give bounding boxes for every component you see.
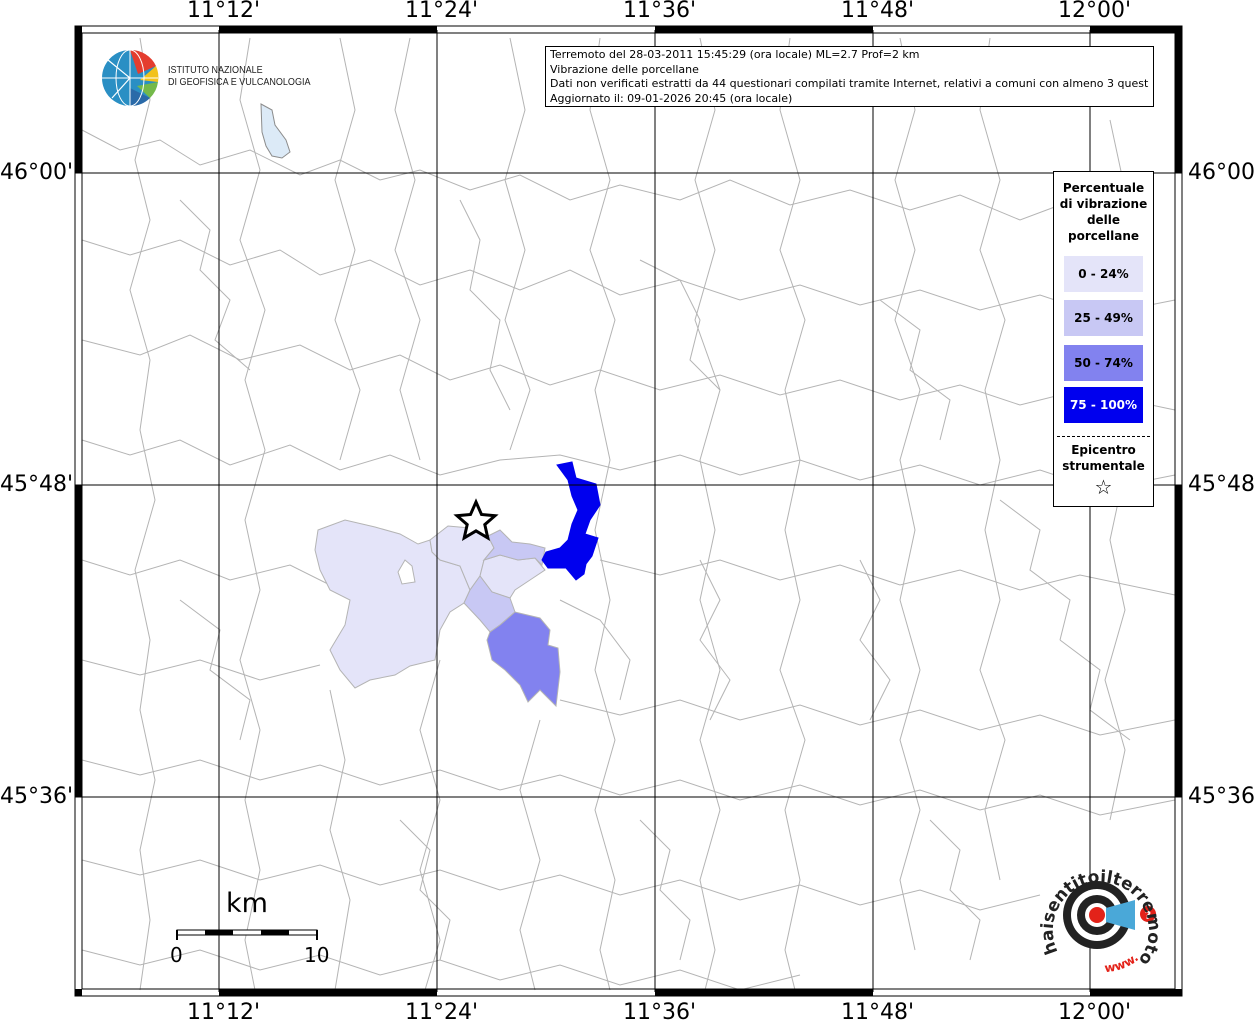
legend-class-1: 0 - 24% — [1064, 256, 1143, 292]
lat-label-right-1: 46°00' — [1188, 160, 1256, 185]
municipality-class-3 — [486, 611, 561, 708]
legend-star-icon: ☆ — [1094, 475, 1113, 499]
ingv-logo-icon — [102, 49, 159, 107]
graticule — [75, 30, 1182, 992]
lat-label-right-2: 45°48' — [1188, 472, 1256, 497]
scale-unit: km — [226, 888, 268, 919]
updated-line: Aggiornato il: 09-01-2026 20:45 (ora loc… — [550, 91, 793, 105]
institute-name: ISTITUTO NAZIONALE DI GEOFISICA E VULCAN… — [168, 64, 311, 88]
legend-epicenter-line-2: strumentale — [1062, 459, 1145, 473]
legend-epicenter-label: Epicentro strumentale — [1054, 442, 1153, 474]
institute-line-1: ISTITUTO NAZIONALE — [168, 64, 263, 76]
legend-class-4: 75 - 100% — [1064, 387, 1143, 423]
data-note-line: Dati non verificati estratti da 44 quest… — [550, 77, 1149, 90]
map-canvas: ? haisentitoilterremoto.it www. — [0, 0, 1183, 997]
lon-label-bottom-1: 11°12' — [187, 1000, 261, 1025]
lon-label-top-2: 11°24' — [405, 0, 479, 23]
event-info-box: Terremoto del 28-03-2011 15:45:29 (ora l… — [545, 46, 1154, 107]
legend-title-line-1: Percentuale — [1062, 181, 1145, 195]
legend-epicenter-line-1: Epicentro — [1071, 443, 1136, 457]
lat-label-left-3: 45°36' — [0, 784, 74, 809]
institute-line-2: DI GEOFISICA E VULCANOLOGIA — [168, 76, 311, 88]
lat-label-left-1: 46°00' — [0, 160, 74, 185]
legend-class-3: 50 - 74% — [1064, 345, 1143, 381]
legend-title-line-4: porcellane — [1067, 229, 1139, 243]
legend-divider — [1057, 436, 1150, 437]
lat-label-right-3: 45°36' — [1188, 784, 1256, 809]
legend-title: Percentuale di vibrazione delle porcella… — [1054, 180, 1153, 244]
municipal-boundaries — [81, 37, 1176, 991]
municipality-class-4 — [541, 461, 601, 581]
scale-bar — [176, 929, 318, 940]
lon-label-bottom-4: 11°48' — [841, 1000, 915, 1025]
svg-text:www.: www. — [1104, 950, 1141, 975]
lon-label-bottom-2: 11°24' — [405, 1000, 479, 1025]
legend-class-2: 25 - 49% — [1064, 300, 1143, 336]
lon-label-bottom-3: 11°36' — [623, 1000, 697, 1025]
legend: Percentuale di vibrazione delle porcella… — [1053, 171, 1154, 507]
scale-start-label: 0 — [170, 943, 183, 967]
lon-label-top-3: 11°36' — [623, 0, 697, 23]
scale-end-label: 10 — [304, 943, 330, 967]
legend-title-line-3: delle — [1086, 213, 1121, 227]
logo-prefix: www. — [1104, 950, 1141, 975]
map-frame — [74, 25, 1183, 997]
lon-label-bottom-5: 12°00' — [1058, 1000, 1132, 1025]
legend-title-line-2: di vibrazione — [1059, 197, 1148, 211]
lon-label-top-1: 11°12' — [187, 0, 261, 23]
parameter-line: Vibrazione delle porcellane — [550, 62, 699, 76]
lon-label-top-5: 12°00' — [1058, 0, 1132, 23]
lon-label-top-4: 11°48' — [841, 0, 915, 23]
lake — [260, 103, 291, 159]
lat-label-left-2: 45°48' — [0, 472, 74, 497]
event-line: Terremoto del 28-03-2011 15:45:29 (ora l… — [550, 48, 920, 61]
